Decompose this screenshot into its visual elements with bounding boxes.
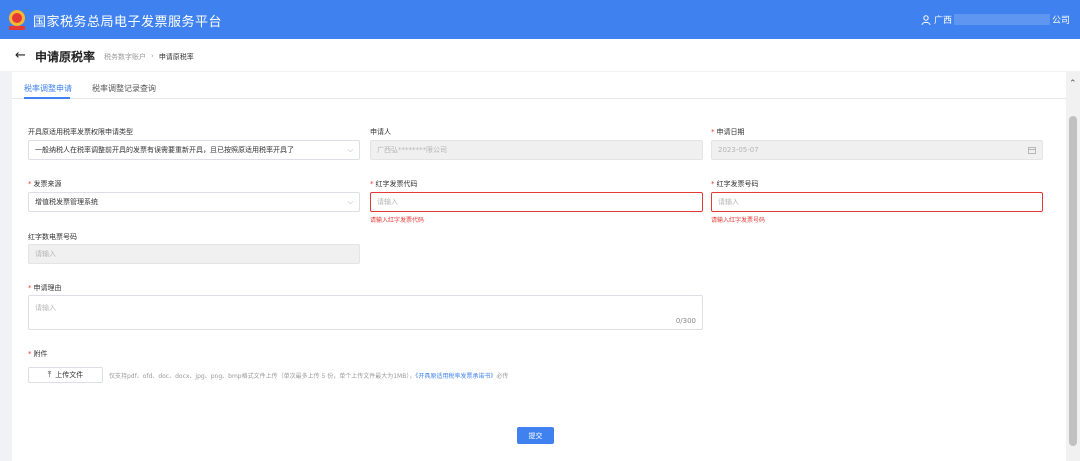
red-invoice-number-label-text: 红字发票号码 (716, 180, 759, 188)
required-mark: * (28, 180, 32, 188)
invoice-source-label: * 发票来源 (28, 179, 62, 189)
red-digital-number-field: 请输入 (28, 244, 360, 264)
tab-rate-adjust-apply[interactable]: 税率调整申请 (24, 83, 72, 94)
breadcrumb-item-account[interactable]: 税务数字账户 (104, 52, 146, 62)
main-content: 税率调整申请 税率调整记录查询 开具原适用税率发票权限申请类型 一般纳税人在税率… (12, 72, 1067, 461)
apply-date-label: * 申请日期 (711, 127, 745, 137)
breadcrumb-item-current: 申请原税率 (158, 53, 194, 61)
top-bar: 国家税务总局电子发票服务平台 广西 公司 (0, 0, 1080, 39)
required-mark: * (711, 180, 715, 188)
invoice-type-label: 开具原适用税率发票权限申请类型 (28, 128, 133, 136)
user-menu[interactable]: 广西 公司 (921, 13, 1070, 26)
upload-hint-suffix: 必传 (496, 373, 509, 380)
upload-hint-prefix: 仅支持pdf、ofd、doc、docx、jpg、png、bmp格式文件上传（单次… (109, 373, 416, 380)
back-arrow-icon[interactable]: ← (15, 49, 26, 62)
red-invoice-code-label: * 红字发票代码 (370, 179, 418, 189)
red-invoice-code-label-text: 红字发票代码 (375, 180, 418, 188)
user-icon (921, 14, 931, 25)
tab-bar: 税率调整申请 税率调整记录查询 (12, 72, 1067, 99)
apply-date-field: 2023-05-07 (711, 140, 1043, 160)
page-header: ← 申请原税率 税务数字账户 › 申请原税率 (0, 39, 1080, 71)
red-digital-number-label: 红字数电票号码 (28, 233, 77, 241)
applicant-label: 申请人 (370, 128, 391, 136)
user-name-suffix: 公司 (1051, 16, 1070, 26)
reason-placeholder: 请输入 (35, 304, 56, 312)
app-title: 国家税务总局电子发票服务平台 (33, 15, 223, 30)
invoice-source-value: 增值税发票管理系统 (35, 198, 98, 206)
red-invoice-number-error: 请输入红字发票号码 (711, 217, 766, 224)
red-invoice-code-error: 请输入红字发票代码 (370, 217, 425, 224)
required-mark: * (28, 350, 32, 358)
invoice-type-value: 一般纳税人在税率调整前开具的发票有误需要重新开具，且已按照原适用税率开具了 (35, 146, 294, 154)
reason-textarea[interactable]: 请输入 0/300 (28, 295, 703, 330)
user-name-mask (953, 14, 1050, 25)
chevron-down-icon: ⌵ (347, 145, 353, 154)
apply-date-value: 2023-05-07 (718, 146, 759, 154)
invoice-type-select[interactable]: 一般纳税人在税率调整前开具的发票有误需要重新开具，且已按照原适用税率开具了 ⌵ (28, 140, 360, 160)
commitment-letter-link[interactable]: 《开具原适用税率发票承诺书》 (415, 373, 496, 380)
invoice-source-label-text: 发票来源 (33, 180, 62, 188)
tax-emblem-icon (9, 10, 25, 30)
red-digital-number-placeholder: 请输入 (35, 250, 56, 258)
required-mark: * (28, 284, 32, 292)
upload-hint: 仅支持pdf、ofd、doc、docx、jpg、png、bmp格式文件上传（单次… (109, 371, 508, 380)
upload-file-button[interactable]: ⤒ 上传文件 (28, 367, 103, 383)
attachment-label-text: 附件 (33, 350, 48, 358)
page-title: 申请原税率 (35, 50, 96, 64)
breadcrumb-separator-icon: › (151, 52, 154, 60)
invoice-source-select[interactable]: 增值税发票管理系统 ⌵ (28, 192, 360, 212)
reason-char-counter: 0/300 (675, 317, 696, 325)
required-mark: * (370, 180, 374, 188)
apply-date-label-text: 申请日期 (716, 128, 745, 136)
reason-label: * 申请理由 (28, 283, 62, 293)
scroll-up-arrow-icon[interactable]: ⌃ (1069, 79, 1077, 89)
red-invoice-number-placeholder: 请输入 (718, 198, 739, 206)
red-invoice-number-input[interactable]: 请输入 (711, 192, 1043, 212)
scroll-thumb[interactable] (1069, 116, 1077, 446)
tab-rate-adjust-records[interactable]: 税率调整记录查询 (92, 83, 156, 94)
calendar-icon (1028, 147, 1036, 154)
upload-file-label: 上传文件 (55, 371, 84, 379)
reason-label-text: 申请理由 (33, 284, 62, 292)
red-invoice-code-input[interactable]: 请输入 (370, 192, 703, 212)
active-tab-indicator (24, 97, 70, 99)
red-invoice-code-placeholder: 请输入 (377, 198, 398, 206)
red-invoice-number-label: * 红字发票号码 (711, 179, 759, 189)
chevron-down-icon: ⌵ (347, 197, 353, 206)
applicant-value: 广西弘********限公司 (377, 146, 447, 154)
submit-button[interactable]: 提交 (517, 427, 554, 444)
attachment-label: * 附件 (28, 349, 48, 359)
user-name-prefix: 广西 (933, 16, 952, 26)
applicant-field: 广西弘********限公司 (370, 140, 703, 160)
breadcrumb: 税务数字账户 › 申请原税率 (104, 52, 194, 62)
required-mark: * (711, 128, 715, 136)
vertical-scrollbar[interactable]: ⌃ (1066, 72, 1080, 461)
upload-icon: ⤒ (47, 370, 52, 379)
